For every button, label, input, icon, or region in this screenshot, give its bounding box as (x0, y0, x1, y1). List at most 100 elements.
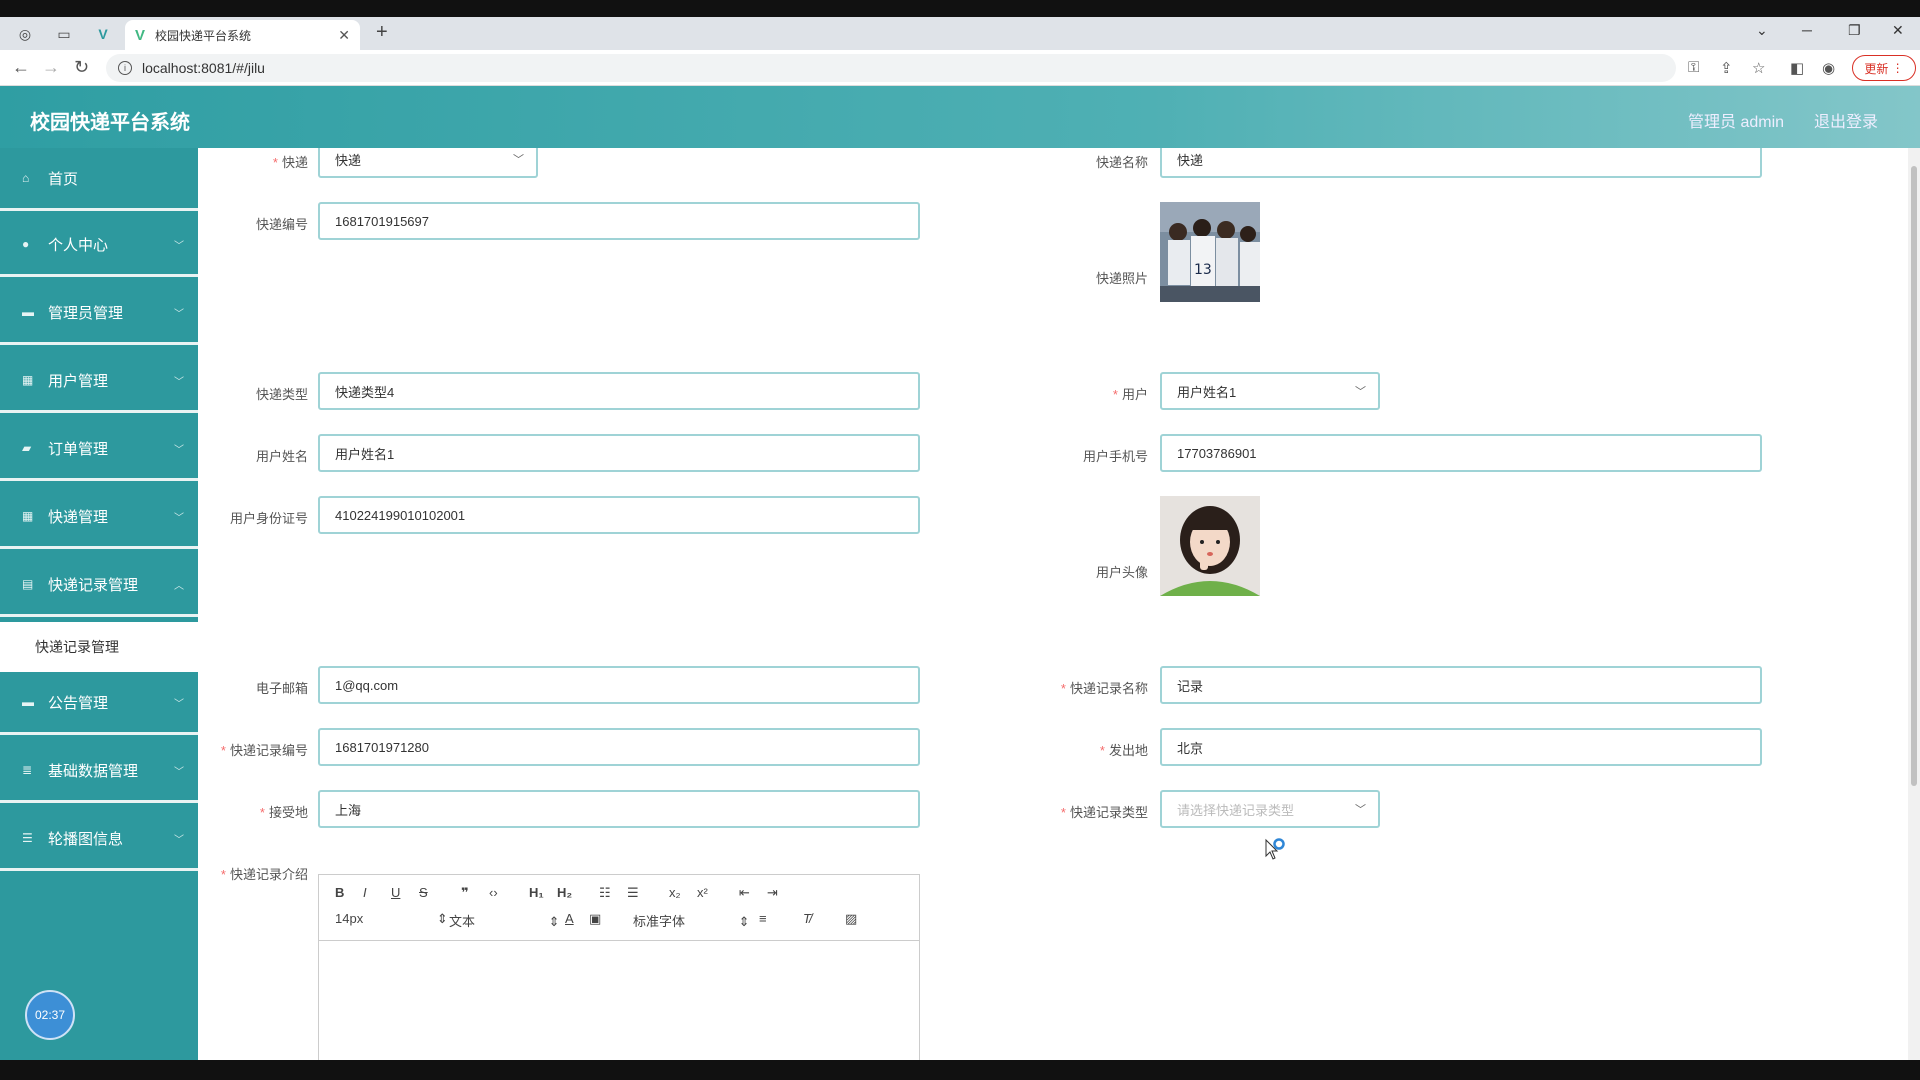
blockquote-icon[interactable]: ❞ (461, 885, 469, 901)
recording-timer: 02:37 (25, 990, 75, 1040)
app-title: 校园快递平台系统 (30, 112, 190, 134)
site-info-icon[interactable]: i (118, 61, 132, 75)
record-no-field[interactable]: 1681701971280 (318, 728, 920, 766)
svg-text:13: 13 (1194, 262, 1212, 278)
chevron-down-icon: ﹀ (174, 834, 184, 846)
screen: ◎ ▭ V V 校园快递平台系统 ✕ + ⌄ ─ ❐ ✕ ← → ↻ i loc… (0, 0, 1920, 1080)
sidebar-item-label: 订单管理 (48, 440, 109, 458)
sidebar-item-express[interactable]: ▦ 快递管理 ﹀ (0, 486, 198, 549)
sidebar-item-notices[interactable]: ▬ 公告管理 ﹀ (0, 672, 198, 735)
scrollbar-thumb[interactable] (1911, 166, 1917, 786)
back-icon[interactable]: ← (12, 57, 30, 78)
active-browser-tab[interactable]: V 校园快递平台系统 ✕ (125, 20, 360, 50)
window-close-icon[interactable]: ✕ (1892, 22, 1904, 39)
sidebar-item-express-records[interactable]: ▤ 快递记录管理 ︿ (0, 554, 198, 617)
sidebar-item-admin[interactable]: ▬ 管理员管理 ﹀ (0, 282, 198, 345)
grid-icon: ▦ (22, 373, 34, 387)
font-family-select[interactable]: 标准字体 ⇕ (633, 911, 750, 930)
tab-search-icon[interactable]: ⌄ (1756, 22, 1768, 39)
sidebar-item-label: 个人中心 (48, 236, 109, 254)
block-type-select[interactable]: 文本 ⇕ (449, 911, 560, 930)
clear-format-icon[interactable]: T̸ (803, 911, 811, 926)
tab-title: 校园快递平台系统 (155, 28, 252, 43)
vue-logo-icon: V (135, 26, 146, 44)
sidebar-item-label: 快递记录管理 (48, 576, 139, 594)
user-id-field[interactable]: 410224199010102001 (318, 496, 920, 534)
h1-icon[interactable]: H₁ (529, 885, 544, 900)
superscript-icon[interactable]: x² (697, 885, 708, 900)
minimize-icon[interactable]: ─ (1802, 22, 1812, 38)
indent-icon[interactable]: ⇥ (767, 885, 778, 901)
url-text: localhost:8081/#/jilu (142, 60, 265, 76)
ordered-list-icon[interactable]: ☷ (599, 885, 611, 901)
sidebar-item-base-data[interactable]: ≣ 基础数据管理 ﹀ (0, 740, 198, 803)
sidebar-item-personal[interactable]: ● 个人中心 ﹀ (0, 214, 198, 277)
sidebar-item-home[interactable]: ⌂ 首页 (0, 148, 198, 211)
kuaidi-no-field[interactable]: 1681701915697 (318, 202, 920, 240)
image-icon[interactable]: ▨ (845, 911, 857, 927)
from-field[interactable]: 北京 (1160, 728, 1762, 766)
to-field[interactable]: 上海 (318, 790, 920, 828)
email-field[interactable]: 1@qq.com (318, 666, 920, 704)
from-label: * 发出地 (1099, 743, 1148, 758)
kuaidi-type-field[interactable]: 快递类型4 (318, 372, 920, 410)
record-name-label: * 快递记录名称 (1060, 681, 1148, 696)
logout-link[interactable]: 退出登录 (1814, 108, 1878, 132)
update-button[interactable]: 更新 ⋮ (1852, 55, 1916, 81)
outdent-icon[interactable]: ⇤ (739, 885, 750, 901)
globe-icon[interactable]: ◎ (14, 23, 36, 45)
chat-icon: ▬ (22, 305, 34, 319)
h2-icon[interactable]: H₂ (557, 885, 572, 900)
page-scrollbar[interactable] (1908, 148, 1920, 1060)
sidebar-item-users[interactable]: ▦ 用户管理 ﹀ (0, 350, 198, 413)
forward-icon[interactable]: → (42, 57, 60, 78)
sidebar: ⌂ 首页 ● 个人中心 ﹀ ▬ 管理员管理 ﹀ ▦ 用户管理 ﹀ ▰ 订单管理 … (0, 148, 198, 1060)
restore-icon[interactable]: ❐ (1848, 22, 1861, 39)
italic-icon[interactable]: I (363, 885, 367, 900)
sidebar-item-label: 用户管理 (48, 372, 109, 390)
kuaidi-no-label: 快递编号 (255, 217, 308, 232)
user-select[interactable]: 用户姓名1 ﹀ (1160, 372, 1380, 410)
main-content: * 快递 快递 ﹀ 快递名称 快递 快递编号 1681701915697 13 快递… (198, 148, 1908, 1060)
bookmark-star-icon[interactable]: ☆ (1752, 59, 1765, 77)
font-color-icon[interactable]: A (565, 911, 574, 926)
rich-text-editor[interactable]: B I U S ❞ ‹› H₁ H₂ ☷ ☰ x₂ x² ⇤ ⇥ 14px ⇕ … (318, 874, 920, 1060)
blank-tab-icon[interactable]: ▭ (52, 23, 76, 45)
background-color-icon[interactable]: ▣ (589, 911, 601, 927)
chevron-down-icon: ﹀ (174, 512, 184, 524)
sidebar-item-orders[interactable]: ▰ 订单管理 ﹀ (0, 418, 198, 481)
url-field[interactable]: i localhost:8081/#/jilu (106, 54, 1676, 82)
user-name-field[interactable]: 用户姓名1 (318, 434, 920, 472)
underline-icon[interactable]: U (391, 885, 400, 900)
font-size-select[interactable]: 14px ⇕ (335, 911, 448, 927)
side-panel-icon[interactable]: ◧ (1790, 59, 1804, 77)
kuaidi-select[interactable]: 快递 ﹀ (318, 148, 538, 178)
new-tab-icon[interactable]: + (376, 21, 388, 44)
chevron-down-icon: ﹀ (1355, 804, 1366, 816)
align-icon[interactable]: ≡ (759, 911, 767, 926)
strike-icon[interactable]: S (419, 885, 428, 900)
briefcase-icon: ▰ (22, 441, 32, 455)
code-icon[interactable]: ‹› (489, 885, 498, 900)
bold-icon[interactable]: B (335, 885, 344, 900)
share-icon[interactable]: ⇪ (1720, 59, 1733, 77)
reload-icon[interactable]: ↻ (74, 57, 89, 78)
address-bar: ← → ↻ i localhost:8081/#/jilu ⚿ ⇪ ☆ ◧ ◉ … (0, 50, 1920, 86)
record-name-field[interactable]: 记录 (1160, 666, 1762, 704)
bullet-list-icon[interactable]: ☰ (627, 885, 639, 901)
kuaidi-photo-label: 快递照片 (1095, 271, 1148, 286)
key-icon[interactable]: ⚿ (1688, 59, 1699, 76)
grid-icon: ▦ (22, 509, 34, 523)
sidebar-item-label: 基础数据管理 (48, 762, 139, 780)
user-phone-field[interactable]: 17703786901 (1160, 434, 1762, 472)
close-tab-icon[interactable]: ✕ (338, 27, 350, 44)
submenu-item-express-records[interactable]: 快递记录管理 (0, 622, 198, 672)
user-id-label: 用户身份证号 (229, 511, 308, 526)
subscript-icon[interactable]: x₂ (669, 885, 681, 900)
vue-tab-icon[interactable]: V (92, 23, 114, 45)
sidebar-item-carousel[interactable]: ☰ 轮播图信息 ﹀ (0, 808, 198, 871)
kuaidi-name-field[interactable]: 快递 (1160, 148, 1762, 178)
record-type-select[interactable]: 请选择快递记录类型 ﹀ (1160, 790, 1380, 828)
email-label: 电子邮箱 (255, 681, 308, 696)
profile-icon[interactable]: ◉ (1822, 59, 1835, 77)
